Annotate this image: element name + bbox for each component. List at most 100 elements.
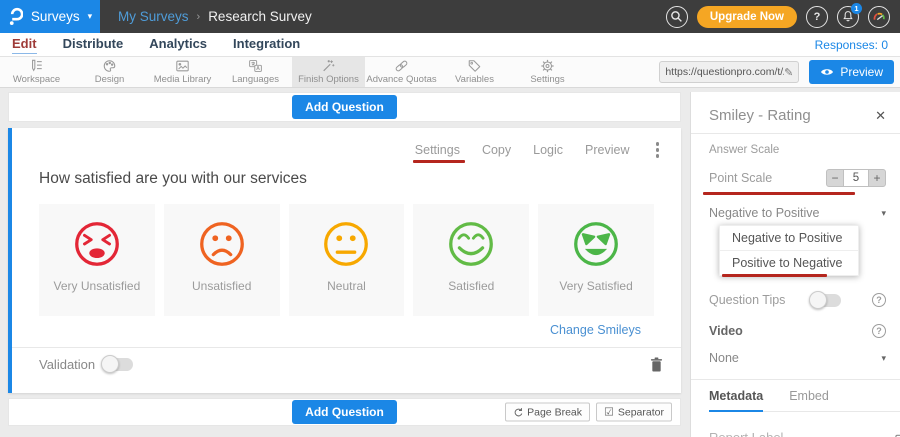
smiley-option-satisfied[interactable]: Satisfied: [413, 204, 529, 316]
notifications-button[interactable]: 1: [837, 6, 859, 28]
add-question-button-bottom[interactable]: Add Question: [292, 400, 397, 424]
neutral-smiley-icon: [319, 217, 373, 271]
toolbar-item-finish-options[interactable]: Finish Options: [292, 57, 365, 87]
question-tab-label: Settings: [415, 143, 460, 157]
question-settings-panel: Smiley - Rating ✕ Answer Scale Point Sca…: [690, 92, 900, 437]
increase-scale-button[interactable]: +: [868, 169, 886, 187]
direction-select[interactable]: Negative to Positive ▾: [709, 206, 886, 220]
video-select[interactable]: None ▾: [709, 351, 886, 365]
report-label-input[interactable]: [709, 427, 885, 437]
toolbar-item-languages[interactable]: A Languages: [219, 57, 292, 87]
preview-button[interactable]: Preview: [809, 60, 894, 84]
smiley-label: Unsatisfied: [192, 279, 251, 293]
break-buttons: Page Break ☑ Separator: [505, 403, 672, 422]
responses-count[interactable]: Responses: 0: [815, 38, 888, 52]
smiley-label: Very Unsatisfied: [54, 279, 141, 293]
panel-divider: [691, 133, 900, 134]
questionpro-app: Surveys ▾ My Surveys › Research Survey U…: [0, 0, 900, 437]
survey-url-field[interactable]: ✎: [659, 61, 799, 83]
separator-label: Separator: [618, 406, 664, 418]
satisfied-smiley-icon: [444, 217, 498, 271]
search-button[interactable]: [666, 6, 688, 28]
page-break-label: Page Break: [527, 406, 582, 418]
question-title[interactable]: How satisfied are you with our services: [39, 170, 681, 188]
separator-button[interactable]: ☑ Separator: [596, 403, 672, 422]
add-question-bar-bottom: Add Question Page Break ☑ Separator: [8, 398, 681, 426]
smiley-option-unsatisfied[interactable]: Unsatisfied: [164, 204, 280, 316]
unsatisfied-smiley-icon: [195, 217, 249, 271]
account-avatar[interactable]: [868, 6, 890, 28]
toolbar-item-label: Workspace: [13, 74, 60, 85]
video-row: Video ?: [709, 324, 886, 338]
point-scale-row: Point Scale − 5 +: [709, 169, 886, 187]
toolbar-item-design[interactable]: Design: [73, 57, 146, 87]
product-switcher[interactable]: Surveys ▾: [0, 0, 100, 33]
product-menu-label: Surveys: [31, 9, 80, 24]
search-icon: [670, 10, 683, 23]
page-break-icon: [513, 407, 523, 417]
smiley-option-very-unsatisfied[interactable]: Very Unsatisfied: [39, 204, 155, 316]
direction-dropdown-menu: Negative to Positive Positive to Negativ…: [719, 225, 859, 276]
topnav-actions: Upgrade Now ? 1: [666, 6, 900, 28]
question-more-menu[interactable]: [652, 140, 664, 160]
eye-icon: [820, 67, 834, 77]
toolbar-item-advance-quotas[interactable]: Advance Quotas: [365, 57, 438, 87]
change-smileys-link[interactable]: Change Smileys: [12, 323, 641, 337]
help-button[interactable]: ?: [806, 6, 828, 28]
video-select-value: None: [709, 351, 739, 365]
tab-edit[interactable]: Edit: [12, 36, 37, 54]
toggle-knob: [101, 355, 119, 373]
editor-workarea: Add Question Settings Copy Logic Preview…: [0, 92, 900, 437]
question-tab-copy[interactable]: Copy: [482, 143, 511, 157]
survey-url-input[interactable]: [665, 66, 784, 78]
add-question-bar-top: Add Question: [8, 92, 681, 122]
add-question-button-top[interactable]: Add Question: [292, 95, 397, 119]
smiley-label: Satisfied: [448, 279, 494, 293]
tab-metadata[interactable]: Metadata: [709, 389, 763, 412]
question-tips-toggle[interactable]: [811, 294, 841, 307]
tab-distribute[interactable]: Distribute: [63, 36, 124, 53]
question-tips-label: Question Tips: [709, 293, 785, 307]
breadcrumb-my-surveys[interactable]: My Surveys: [118, 9, 189, 24]
smiley-option-very-satisfied[interactable]: Very Satisfied: [538, 204, 654, 316]
option-negative-to-positive[interactable]: Negative to Positive: [720, 226, 858, 251]
question-mark-icon: ?: [814, 11, 821, 23]
magic-wand-icon: [321, 59, 336, 73]
workspace-icon: [29, 59, 44, 73]
question-tabs: Settings Copy Logic Preview: [12, 128, 681, 160]
smiley-option-neutral[interactable]: Neutral: [289, 204, 405, 316]
toolbar-item-workspace[interactable]: Workspace: [0, 57, 73, 87]
upgrade-now-button[interactable]: Upgrade Now: [697, 6, 797, 28]
toolbar-item-media-library[interactable]: Media Library: [146, 57, 219, 87]
toolbar-item-settings[interactable]: Settings: [511, 57, 584, 87]
gear-icon: [540, 59, 555, 73]
toolbar-right-group: ✎ Preview: [659, 57, 900, 87]
delete-question-button[interactable]: [650, 357, 663, 372]
tab-embed[interactable]: Embed: [789, 389, 829, 411]
toolbar-item-label: Advance Quotas: [366, 74, 436, 85]
question-tips-row: Question Tips ?: [709, 293, 886, 307]
video-help-icon[interactable]: ?: [872, 324, 886, 338]
expand-edit-button[interactable]: [895, 433, 900, 437]
option-positive-to-negative[interactable]: Positive to Negative: [720, 251, 858, 275]
tab-integration[interactable]: Integration: [233, 36, 300, 53]
survey-menu-bar: Edit Distribute Analytics Integration Re…: [0, 33, 900, 57]
page-break-button[interactable]: Page Break: [505, 403, 590, 422]
editor-toolbar: Workspace Design Media Library A Languag…: [0, 57, 900, 88]
validation-toggle[interactable]: [103, 358, 133, 371]
trash-icon: [650, 357, 663, 372]
question-tab-settings[interactable]: Settings: [415, 143, 460, 157]
question-tab-logic[interactable]: Logic: [533, 143, 563, 157]
decrease-scale-button[interactable]: −: [826, 169, 844, 187]
close-panel-button[interactable]: ✕: [875, 108, 886, 124]
edit-url-pencil-icon[interactable]: ✎: [784, 66, 793, 79]
question-tab-preview[interactable]: Preview: [585, 143, 629, 157]
question-tips-help-icon[interactable]: ?: [872, 293, 886, 307]
tab-analytics[interactable]: Analytics: [149, 36, 207, 53]
image-icon: [175, 59, 190, 73]
smiley-label: Neutral: [327, 279, 366, 293]
point-scale-value: 5: [844, 169, 868, 187]
option-label: Positive to Negative: [732, 256, 842, 270]
toolbar-item-variables[interactable]: Variables: [438, 57, 511, 87]
question-card: Settings Copy Logic Preview How satisfie…: [8, 128, 681, 393]
